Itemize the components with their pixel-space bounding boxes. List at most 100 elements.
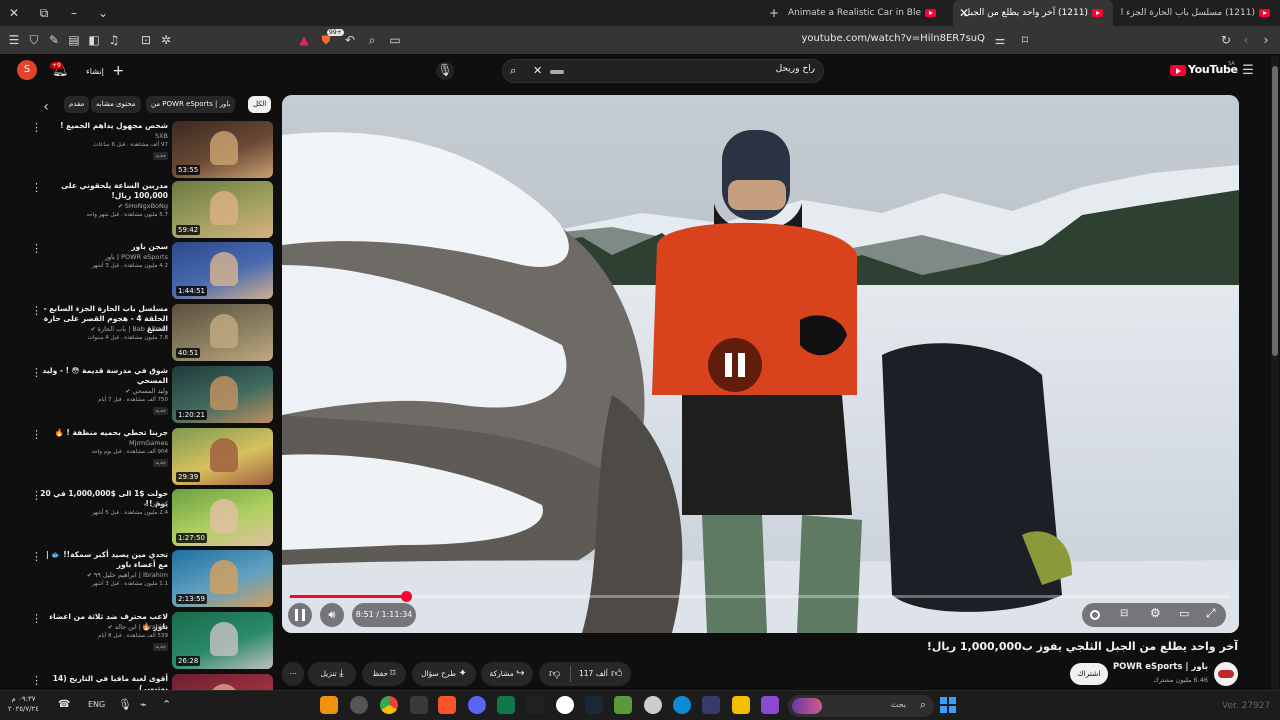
guide-menu-icon[interactable]: ☰ [1240, 63, 1256, 79]
network-icon[interactable]: ⌁ [140, 698, 147, 711]
discord-app-icon[interactable] [468, 696, 486, 714]
more-actions-button[interactable]: ⋯ [282, 662, 304, 686]
shield-icon[interactable]: ⛉ [26, 32, 42, 48]
autoplay-toggle-icon[interactable] [1090, 610, 1100, 620]
channel-name[interactable]: POWR eSports | باور [1113, 662, 1208, 672]
recommendation-channel[interactable]: Ibrahim | ابراهيم خليل ٩٩ ✔ [87, 571, 168, 579]
recommendation-title[interactable]: شوق في مدرسة قديمة 😳 ! - وليد المسحي [36, 366, 168, 386]
video-thumbnail[interactable] [172, 674, 273, 690]
video-thumbnail[interactable]: 1:27:50 [172, 489, 273, 546]
more-options-icon[interactable]: ⋮ [31, 429, 42, 440]
center-pause-indicator[interactable] [708, 338, 762, 392]
copilot-app-icon[interactable] [761, 696, 779, 714]
subtitles-icon[interactable]: ⊟ [1120, 608, 1128, 619]
extensions-icon[interactable]: ✲ [158, 32, 174, 48]
recommendation-title[interactable]: شخص مجهول يداهم الجميع ! [36, 121, 168, 131]
security-app-icon[interactable] [644, 696, 662, 714]
recommendation-channel[interactable]: SHoNgxBoNg ✔ [118, 202, 168, 210]
obs-app-icon[interactable] [350, 696, 368, 714]
video-thumbnail[interactable]: 29:39 [172, 428, 273, 485]
menu-icon[interactable]: ☰ [6, 32, 22, 48]
chrome-app-icon[interactable] [380, 696, 398, 714]
edge-app-icon[interactable] [673, 696, 691, 714]
app-icon[interactable] [410, 696, 428, 714]
recommendation-item[interactable]: 26:28 لاعب محترف ضد ثلاثة من اعضاء باور 🔥… [0, 612, 276, 672]
address-bar-url[interactable]: youtube.com/watch?v=Hiln8ER7suQ [780, 33, 985, 44]
scrollbar-thumb[interactable] [1272, 66, 1278, 356]
obs-studio-icon[interactable] [556, 696, 574, 714]
recommendation-channel[interactable]: SXB [155, 132, 168, 140]
recommendation-channel[interactable]: MjrmGames [129, 439, 168, 447]
chip-similar[interactable]: محتوى مشابه [91, 96, 141, 113]
pin-icon[interactable]: ✎ [46, 32, 62, 48]
reload-icon[interactable]: ↻ [1218, 32, 1234, 48]
clock[interactable]: ٠٩:٣٧ م ٢٠٢٥/٧/٢٤ [8, 694, 39, 714]
pause-button[interactable] [288, 603, 312, 627]
search-icon[interactable]: ⌕ [510, 64, 516, 78]
recommendation-title[interactable]: تحدي مين يصيد أكبر سمكة!! 🐟 | مع أعضاء ب… [36, 550, 168, 570]
like-icon[interactable]: 👍︎ [611, 662, 623, 686]
video-thumbnail[interactable]: 1:20:21 [172, 366, 273, 423]
language-indicator[interactable]: ENG [88, 700, 105, 709]
recommendation-item[interactable]: 40:51 مسلسل باب الحارة الجزء السابع - الح… [0, 304, 276, 364]
recommendation-item[interactable]: 1:20:21 شوق في مدرسة قديمة 😳 ! - وليد الم… [0, 366, 276, 426]
like-count[interactable]: 117 ألف [579, 662, 608, 686]
close-window-icon[interactable]: ✕ [6, 5, 22, 21]
notification-center-icon[interactable]: ☎ [58, 699, 70, 710]
more-options-icon[interactable]: ⋮ [31, 305, 42, 316]
recommendation-title[interactable]: جربنا تحطي بحميه منظفة ! 🔥 [36, 428, 168, 438]
recommendation-channel[interactable]: Ibrahim | ابن خالد ✔ [108, 623, 168, 631]
create-button[interactable]: إنشاء + [86, 63, 124, 79]
chips-scroll-left-icon[interactable]: ‹ [38, 99, 54, 115]
recommendation-title[interactable]: مدربين الساعة يلحقوني على 100,000 ريال! [36, 181, 168, 201]
video-thumbnail[interactable]: 40:51 [172, 304, 273, 361]
recommendation-item[interactable]: 1:44:51 سجن باور POWR eSports | باور 4.2 مل… [0, 242, 276, 302]
keyboard-icon[interactable] [550, 70, 564, 74]
start-button[interactable] [940, 697, 956, 713]
steam-app-icon[interactable] [585, 696, 603, 714]
back-icon[interactable]: ‹ [1238, 32, 1254, 48]
new-tab-icon[interactable]: + [766, 5, 782, 21]
save-button[interactable]: حفظ ⌑ [362, 662, 406, 686]
recommendation-channel[interactable]: Bab Alhara | باب الحارة ✔ [91, 325, 168, 333]
more-options-icon[interactable]: ⋮ [31, 675, 42, 686]
more-options-icon[interactable]: ⋮ [31, 551, 42, 562]
bookmark-icon[interactable]: ⌑ [1017, 32, 1033, 48]
tab-current[interactable]: (1211) آخر واحد يطلع من الجبل [953, 0, 1113, 26]
more-options-icon[interactable]: ⋮ [31, 243, 42, 254]
ask-button[interactable]: طرح سؤال ✦ [412, 662, 476, 686]
search-icon[interactable]: ⌕ [364, 32, 380, 48]
recommendation-channel[interactable]: POWR eSports | باور [105, 253, 168, 261]
recommendation-item[interactable]: 53:55 شخص مجهول يداهم الجميع ! SXB 97 ألف م… [0, 121, 276, 181]
tab-bab-alhara[interactable]: (1211) مسلسل باب الحارة الجزء السابع [1120, 0, 1280, 26]
file-explorer-icon[interactable] [732, 696, 750, 714]
subscribe-button[interactable]: اشتراك [1070, 663, 1108, 685]
recommendation-channel[interactable]: كسلان ✔ [144, 500, 168, 508]
settings-gear-icon[interactable]: ⚙ [1150, 606, 1161, 620]
excel-app-icon[interactable] [497, 696, 515, 714]
video-player[interactable]: 🔊︎ 8:51 / 1:11:34 ⊟ ⚙ ▭ ⤢ [282, 95, 1239, 633]
microphone-tray-icon[interactable]: 🎙︎ [118, 698, 132, 711]
taskbar-search-box[interactable]: بحث ⌕ [788, 695, 934, 717]
page-scrollbar[interactable] [1271, 56, 1279, 690]
tab-search-chevron-icon[interactable]: ⌄ [95, 5, 111, 21]
video-thumbnail[interactable]: 59:42 [172, 181, 273, 238]
volume-button[interactable]: 🔊︎ [320, 603, 344, 627]
search-input[interactable]: راح وريحل [776, 64, 815, 74]
download-button[interactable]: تنزيل ⤓ [308, 662, 356, 686]
video-thumbnail[interactable]: 2:13:59 [172, 550, 273, 607]
video-thumbnail[interactable]: 53:55 [172, 121, 273, 178]
fullscreen-icon[interactable]: ⤢ [1206, 606, 1216, 621]
restore-window-icon[interactable]: ⧉ [36, 5, 52, 21]
search-box[interactable]: ⌕ ✕ راح وريحل [502, 59, 824, 83]
forward-icon[interactable]: › [1258, 32, 1274, 48]
avatar[interactable]: S [17, 60, 37, 80]
recommendation-channel[interactable]: وليد المسحي ✔ [126, 387, 168, 395]
capcut-app-icon[interactable] [526, 696, 544, 714]
close-tab-icon[interactable]: ✕ [956, 5, 972, 21]
show-hidden-icons[interactable]: ⌃ [162, 698, 171, 711]
minecraft-app-icon[interactable] [614, 696, 632, 714]
more-options-icon[interactable]: ⋮ [31, 490, 42, 501]
theater-mode-icon[interactable]: ▭ [1179, 607, 1189, 620]
brave-rewards-icon[interactable]: ▲ [296, 32, 312, 48]
